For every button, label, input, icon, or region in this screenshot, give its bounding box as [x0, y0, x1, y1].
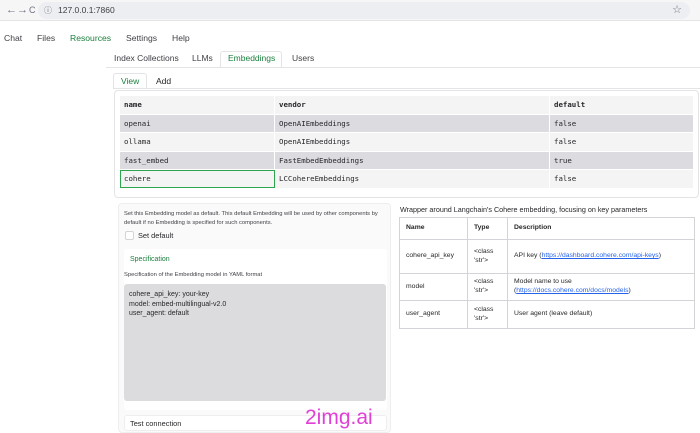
- params-header-name: Name: [399, 217, 468, 240]
- bookmark-star-icon[interactable]: ☆: [672, 2, 682, 19]
- param-name: user_agent: [399, 300, 468, 329]
- param-desc-text: API key (: [514, 252, 542, 260]
- params-header-row: Name Type Description: [399, 217, 695, 240]
- params-caption: Wrapper around Langchain's Cohere embedd…: [400, 205, 648, 214]
- param-name: model: [399, 273, 468, 301]
- cell-default[interactable]: false: [549, 169, 694, 189]
- forward-icon[interactable]: →: [17, 3, 28, 17]
- browser-toolbar: ← → C ⓘ 127.0.0.1:7860 ☆: [0, 0, 700, 21]
- cell-name[interactable]: fast_embed: [119, 150, 275, 170]
- params-header-description: Description: [507, 217, 695, 240]
- cell-vendor[interactable]: OpenAIEmbeddings: [274, 113, 550, 133]
- back-icon[interactable]: ←: [6, 3, 17, 17]
- param-desc-end: ): [628, 287, 631, 294]
- address-bar[interactable]: ⓘ 127.0.0.1:7860 ☆: [38, 2, 690, 19]
- specification-title: Specification: [130, 256, 170, 263]
- embeddings-table: name vendor default openai OpenAIEmbeddi…: [119, 95, 694, 189]
- column-header-vendor[interactable]: vendor: [274, 95, 550, 115]
- reload-icon[interactable]: C: [29, 3, 36, 17]
- test-connection-label: Test connection: [130, 419, 182, 428]
- view-tabs-divider: [113, 88, 700, 89]
- params-row: cohere_api_key <class 'str'> API key (ht…: [399, 239, 695, 274]
- tab-users[interactable]: Users: [292, 53, 314, 63]
- table-row[interactable]: fast_embed FastEmbedEmbeddings true: [119, 150, 694, 170]
- embeddings-table-panel: name vendor default openai OpenAIEmbeddi…: [114, 90, 699, 198]
- tab-view[interactable]: View: [121, 76, 139, 86]
- default-note: Set this Embedding model as default. Thi…: [124, 211, 378, 226]
- param-description: API key (https://dashboard.cohere.com/ap…: [507, 239, 695, 274]
- resource-tabs: Index Collections LLMs Embeddings Users: [106, 51, 700, 68]
- nav-resources[interactable]: Resources: [70, 33, 111, 43]
- param-type: <class 'str'>: [467, 273, 508, 301]
- site-info-icon[interactable]: ⓘ: [44, 2, 52, 19]
- tab-add[interactable]: Add: [156, 76, 171, 86]
- cell-name[interactable]: openai: [119, 113, 275, 133]
- param-desc-end: ): [658, 252, 661, 260]
- params-header-type: Type: [467, 217, 508, 240]
- params-row: model <class 'str'> Model name to use (h…: [399, 273, 695, 301]
- parameters-table: Name Type Description cohere_api_key <cl…: [399, 217, 695, 329]
- tab-index-collections[interactable]: Index Collections: [114, 53, 179, 63]
- set-default-checkbox[interactable]: [125, 231, 134, 240]
- specification-description: Specification of the Embedding model in …: [124, 272, 263, 278]
- table-row[interactable]: openai OpenAIEmbeddings false: [119, 113, 694, 133]
- params-row: user_agent <class 'str'> User agent (lea…: [399, 300, 695, 329]
- tab-llms[interactable]: LLMs: [192, 53, 213, 63]
- tabs-divider: [106, 67, 700, 68]
- param-type: <class 'str'>: [467, 239, 508, 274]
- cell-vendor[interactable]: OpenAIEmbeddings: [274, 132, 550, 152]
- param-name: cohere_api_key: [399, 239, 468, 274]
- tab-embeddings[interactable]: Embeddings: [228, 53, 275, 63]
- models-docs-link[interactable]: https://docs.cohere.com/docs/models: [516, 287, 628, 294]
- watermark-text: 2img.ai: [305, 406, 373, 429]
- api-keys-link[interactable]: https://dashboard.cohere.com/api-keys: [542, 252, 659, 259]
- nav-chat[interactable]: Chat: [4, 33, 22, 43]
- set-default-label[interactable]: Set default: [138, 231, 173, 240]
- cell-default[interactable]: false: [549, 113, 694, 133]
- nav-files[interactable]: Files: [37, 33, 55, 43]
- specification-yaml-editor[interactable]: cohere_api_key: your-key model: embed-mu…: [124, 284, 386, 401]
- column-header-default[interactable]: default: [549, 95, 694, 115]
- table-row[interactable]: cohere LCCohereEmbeddings false: [119, 169, 694, 189]
- param-description: Model name to use (https://docs.cohere.c…: [507, 273, 695, 301]
- specification-section: Specification Specification of the Embed…: [124, 249, 387, 410]
- cell-name-selected[interactable]: cohere: [119, 169, 275, 189]
- nav-settings[interactable]: Settings: [126, 33, 157, 43]
- url-text: 127.0.0.1:7860: [58, 5, 115, 15]
- embedding-settings-panel: Set this Embedding model as default. Thi…: [118, 203, 391, 433]
- param-type: <class 'str'>: [467, 300, 508, 329]
- table-header-row: name vendor default: [119, 95, 694, 115]
- cell-default[interactable]: false: [549, 132, 694, 152]
- nav-help[interactable]: Help: [172, 33, 190, 43]
- cell-vendor[interactable]: LCCohereEmbeddings: [274, 169, 550, 189]
- column-header-name[interactable]: name: [119, 95, 275, 115]
- cell-vendor[interactable]: FastEmbedEmbeddings: [274, 150, 550, 170]
- cell-default[interactable]: true: [549, 150, 694, 170]
- param-description: User agent (leave default): [507, 300, 695, 329]
- table-row[interactable]: ollama OpenAIEmbeddings false: [119, 132, 694, 152]
- cell-name[interactable]: ollama: [119, 132, 275, 152]
